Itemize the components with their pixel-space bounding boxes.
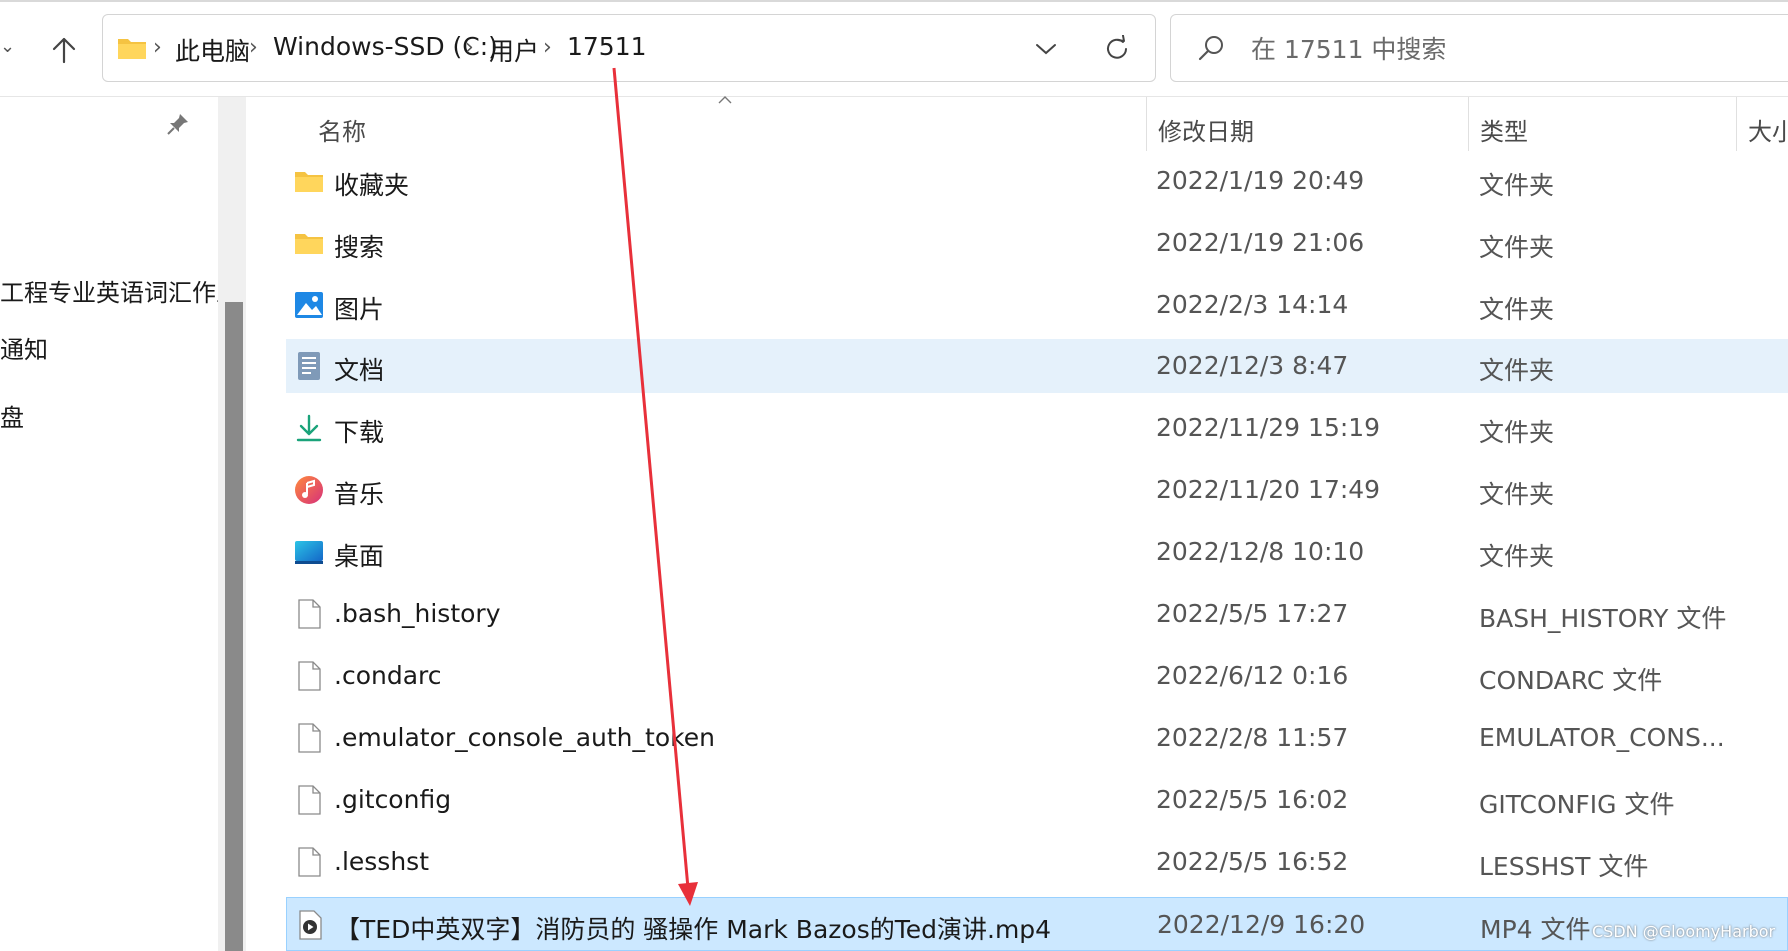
file-name: 搜索: [334, 233, 385, 262]
breadcrumb-users[interactable]: 用户: [489, 32, 539, 68]
music-icon: [295, 476, 323, 504]
file-name: 音乐: [334, 480, 385, 509]
file-row[interactable]: .gitconfig 2022/5/5 16:02 GITCONFIG 文件: [286, 773, 1788, 827]
file-type: 文件夹: [1479, 480, 1555, 509]
file-type: 文件夹: [1479, 418, 1555, 447]
file-icon: [298, 599, 321, 629]
pictures-icon: [295, 292, 323, 318]
file-date: 2022/1/19 21:06: [1156, 228, 1365, 257]
file-type: BASH_HISTORY 文件: [1479, 604, 1727, 633]
file-row[interactable]: .bash_history 2022/5/5 17:27 BASH_HISTOR…: [286, 587, 1788, 641]
file-row[interactable]: 图片 2022/2/3 14:14 文件夹: [286, 278, 1788, 332]
nav-item-vocab-homework[interactable]: 工程专业英语词汇作业: [0, 273, 240, 308]
file-name: .bash_history: [334, 599, 501, 628]
toolbar-divider: [0, 96, 1788, 97]
folder-icon: [295, 172, 323, 192]
file-name: 桌面: [334, 542, 385, 571]
breadcrumb-separator-icon[interactable]: ›: [543, 35, 552, 60]
nav-item-notice[interactable]: 通知: [0, 330, 48, 365]
column-divider[interactable]: [1736, 97, 1737, 151]
breadcrumb-separator-icon[interactable]: ›: [153, 35, 162, 60]
file-icon: [298, 661, 321, 691]
file-row[interactable]: 文档 2022/12/3 8:47 文件夹: [286, 339, 1788, 393]
search-box[interactable]: [1170, 14, 1788, 82]
file-date: 2022/2/8 11:57: [1156, 723, 1349, 752]
up-one-level-button[interactable]: [44, 30, 84, 70]
file-date: 2022/5/5 16:02: [1156, 785, 1349, 814]
file-type: EMULATOR_CONS...: [1479, 723, 1725, 752]
column-header-size[interactable]: 大小: [1748, 112, 1788, 147]
file-type: 文件夹: [1479, 356, 1555, 385]
file-row[interactable]: .lesshst 2022/5/5 16:52 LESSHST 文件: [286, 835, 1788, 889]
file-row[interactable]: .emulator_console_auth_token 2022/2/8 11…: [286, 711, 1788, 765]
file-date: 2022/5/5 17:27: [1156, 599, 1349, 628]
video-file-icon: [299, 910, 322, 940]
arrow-up-icon: [52, 37, 76, 64]
address-bar[interactable]: › 此电脑 › Windows-SSD (C:) › 用户 › 17511: [102, 14, 1156, 82]
file-type: 文件夹: [1479, 295, 1555, 324]
search-input[interactable]: [1249, 29, 1753, 69]
column-header-type[interactable]: 类型: [1480, 112, 1528, 147]
file-type: 文件夹: [1479, 171, 1555, 200]
file-date: 2022/2/3 14:14: [1156, 290, 1349, 319]
nav-scrollbar-thumb[interactable]: [225, 302, 243, 951]
file-date: 2022/5/5 16:52: [1156, 847, 1349, 876]
column-header-name[interactable]: 名称: [318, 112, 366, 147]
folder-icon: [295, 234, 323, 254]
file-row-selected[interactable]: 【TED中英双字】消防员的 骚操作 Mark Bazos的Ted演讲.mp4 2…: [286, 897, 1788, 951]
file-date: 2022/1/19 20:49: [1156, 166, 1365, 195]
file-type: CONDARC 文件: [1479, 666, 1663, 695]
download-icon: [296, 414, 322, 442]
refresh-icon[interactable]: [1103, 35, 1131, 63]
file-type: 文件夹: [1479, 233, 1555, 262]
file-name: .lesshst: [334, 847, 429, 876]
recent-locations-chevron-icon[interactable]: ⌄: [0, 36, 15, 57]
chevron-down-icon[interactable]: [1033, 39, 1059, 59]
file-date: 2022/11/20 17:49: [1156, 475, 1381, 504]
file-row[interactable]: 搜索 2022/1/19 21:06 文件夹: [286, 216, 1788, 270]
file-name: 文档: [334, 356, 385, 385]
window-top-border: [0, 0, 1788, 2]
file-row[interactable]: 收藏夹 2022/1/19 20:49 文件夹: [286, 154, 1788, 208]
documents-icon: [298, 352, 320, 380]
breadcrumb-separator-icon[interactable]: ›: [249, 35, 258, 60]
file-name: 下载: [334, 418, 385, 447]
file-row[interactable]: 下载 2022/11/29 15:19 文件夹: [286, 401, 1788, 455]
navigation-pane: [0, 97, 252, 951]
file-type: LESSHST 文件: [1479, 852, 1649, 881]
file-row[interactable]: 桌面 2022/12/8 10:10 文件夹: [286, 525, 1788, 579]
file-name: .gitconfig: [334, 785, 452, 814]
file-icon: [298, 847, 321, 877]
breadcrumb-this-pc[interactable]: 此电脑: [175, 32, 250, 68]
watermark: CSDN @GloomyHarbor: [1592, 922, 1776, 941]
file-date: 2022/6/12 0:16: [1156, 661, 1349, 690]
breadcrumb-user-folder[interactable]: 17511: [567, 32, 647, 61]
folder-icon: [118, 39, 146, 59]
file-name: 图片: [334, 295, 385, 324]
pin-icon[interactable]: [166, 112, 190, 136]
file-row[interactable]: 音乐 2022/11/20 17:49 文件夹: [286, 463, 1788, 517]
search-icon: [1198, 36, 1223, 61]
file-date: 2022/12/3 8:47: [1156, 351, 1349, 380]
file-type: 文件夹: [1479, 542, 1555, 571]
column-header-date[interactable]: 修改日期: [1158, 112, 1254, 147]
file-date: 2022/12/9 16:20: [1157, 910, 1366, 939]
file-type: GITCONFIG 文件: [1479, 790, 1675, 819]
file-row[interactable]: .condarc 2022/6/12 0:16 CONDARC 文件: [286, 649, 1788, 703]
file-type: MP4 文件: [1480, 915, 1591, 944]
file-icon: [298, 785, 321, 815]
nav-item-disk[interactable]: 盘: [0, 398, 24, 433]
file-icon: [298, 723, 321, 753]
file-name: .condarc: [334, 661, 442, 690]
column-divider[interactable]: [1146, 97, 1147, 151]
sort-ascending-icon: [718, 96, 732, 104]
desktop-icon: [295, 541, 323, 564]
file-name: .emulator_console_auth_token: [334, 723, 715, 752]
column-divider[interactable]: [1468, 97, 1469, 151]
breadcrumb-separator-icon[interactable]: ›: [465, 35, 474, 60]
file-name: 【TED中英双字】消防员的 骚操作 Mark Bazos的Ted演讲.mp4: [335, 915, 1052, 944]
file-name: 收藏夹: [334, 171, 410, 200]
file-date: 2022/12/8 10:10: [1156, 537, 1365, 566]
file-date: 2022/11/29 15:19: [1156, 413, 1381, 442]
